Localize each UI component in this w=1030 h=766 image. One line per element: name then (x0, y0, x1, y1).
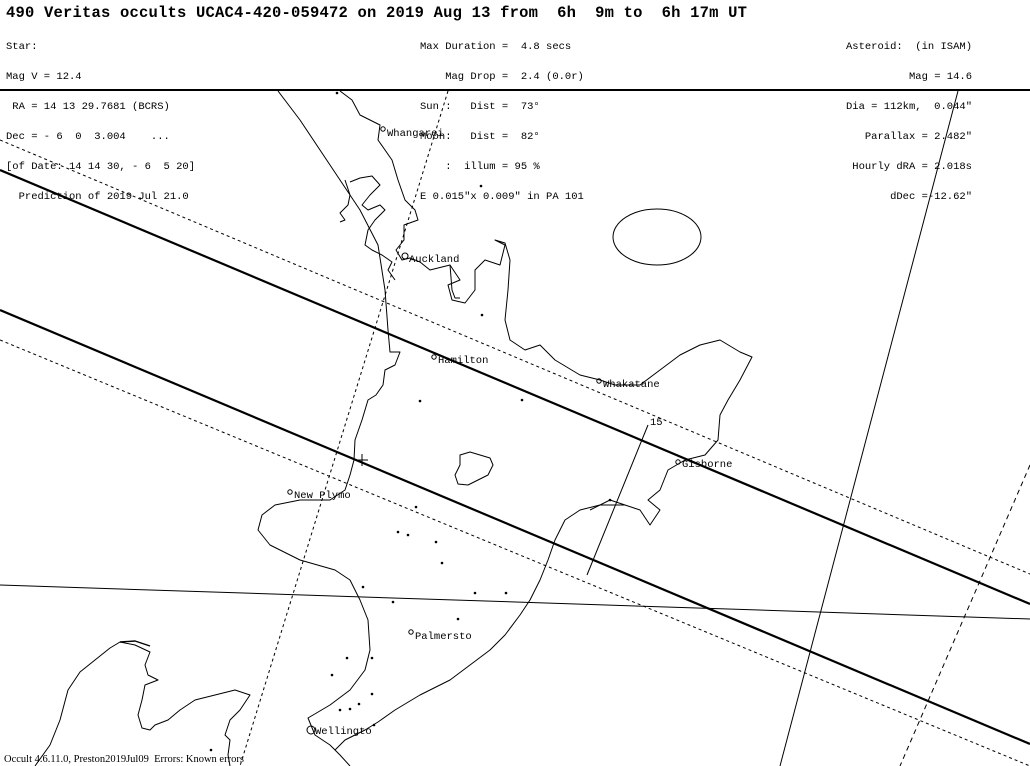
event-info-line: Mag Drop = 2.4 (0.0r) (420, 71, 584, 83)
coastline-south-island (34, 641, 251, 766)
site-dot (372, 723, 376, 727)
error-ellipse (612, 208, 702, 266)
coastline-firth-of-thames (449, 264, 460, 299)
city-label-new-plymouth: New Plymo (294, 490, 351, 502)
city-marker-wellington (306, 725, 316, 735)
city-marker-hamilton (431, 354, 437, 360)
site-dot (504, 591, 508, 595)
site-dot (440, 561, 444, 565)
site-dot (330, 673, 334, 677)
city-marker-new-plymouth (287, 489, 293, 495)
city-label-auckland: Auckland (409, 254, 459, 266)
site-dot (418, 399, 422, 403)
site-dot (370, 692, 374, 696)
site-dots (209, 91, 612, 752)
site-dot (406, 533, 410, 537)
time-tick-line (586, 424, 649, 576)
occultation-map: Whangarei Auckland Hamilton Whakatane Gi… (0, 91, 1030, 766)
star-info-line: Mag V = 12.4 (6, 71, 82, 83)
page-title: 490 Veritas occults UCAC4-420-059472 on … (6, 4, 748, 22)
path-northern-error-limit (0, 139, 1030, 575)
site-dot (391, 600, 395, 604)
city-marker-auckland (401, 252, 409, 260)
site-dot (414, 505, 418, 509)
sun-altitude-line (0, 584, 1030, 620)
site-dot (348, 707, 352, 711)
asteroid-info-line: Asteroid: (in ISAM) (845, 41, 972, 53)
site-dot (345, 656, 349, 660)
city-label-whangarei: Whangarei (387, 128, 444, 140)
city-marker-whangarei (380, 126, 386, 132)
site-dot (357, 702, 361, 706)
dashed-limit-line-west (239, 91, 449, 766)
city-label-gisborne: Gisborne (682, 459, 732, 471)
site-dot (473, 591, 477, 595)
site-dot (209, 748, 213, 752)
site-dot (361, 585, 365, 589)
site-dot (370, 656, 374, 660)
coastline-auckland-harbour (349, 175, 396, 281)
path-southern-limit (0, 308, 1030, 746)
event-info-line: Max Duration = 4.8 secs (420, 41, 572, 53)
site-dot (479, 184, 483, 188)
meridian-line (779, 91, 959, 766)
coastline-kaipara (339, 179, 351, 223)
coastline-north-island-east (334, 91, 753, 751)
time-tick-label: 15 (650, 417, 663, 429)
site-dot (434, 540, 438, 544)
city-marker-palmerston (408, 629, 414, 635)
site-dot (520, 398, 524, 402)
site-dot (335, 91, 339, 95)
city-label-whakatane: Whakatane (603, 379, 660, 391)
asteroid-info-line: Mag = 14.6 (908, 71, 972, 83)
site-dot (456, 617, 460, 621)
city-label-wellington: Wellingto (315, 726, 372, 738)
site-dot (338, 708, 342, 712)
site-dot (396, 530, 400, 534)
software-version-footer: Occult 4.6.11.0, Preston2019Jul09 Errors… (4, 754, 244, 765)
city-label-hamilton: Hamilton (438, 355, 488, 367)
path-northern-limit (0, 168, 1030, 606)
city-label-palmerston: Palmersto (415, 631, 472, 643)
site-dot (608, 498, 612, 502)
lake-taupo (454, 451, 494, 486)
site-dot (480, 313, 484, 317)
star-info-line: Star: (6, 41, 38, 53)
